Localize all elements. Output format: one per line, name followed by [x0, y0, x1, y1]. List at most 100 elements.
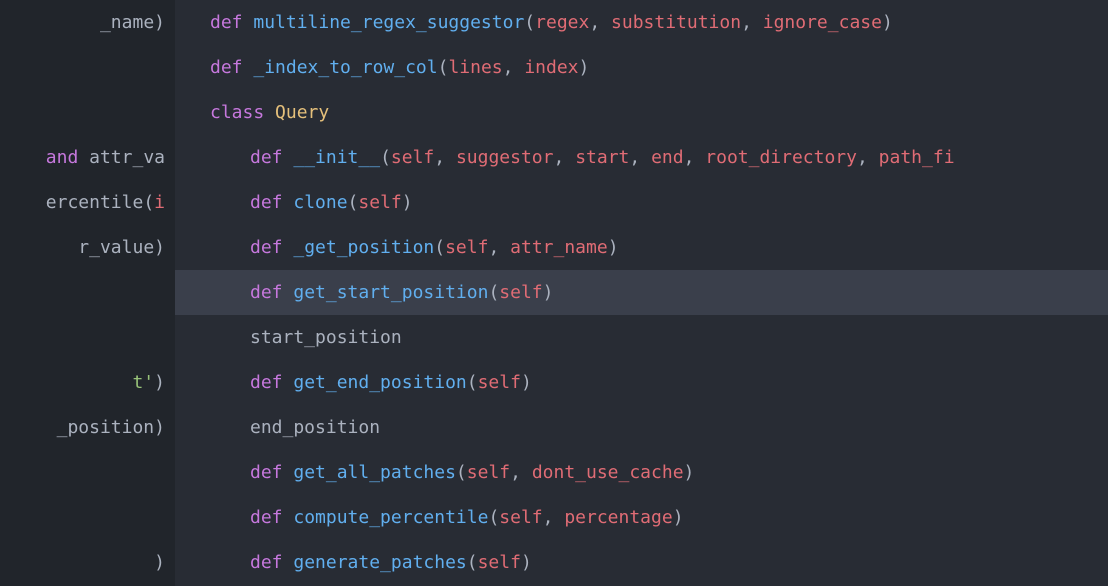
- outline-item-method-selected[interactable]: def get_start_position(self): [175, 270, 1108, 315]
- paren-close: ): [608, 237, 619, 258]
- paren: ): [154, 552, 165, 573]
- paren-open: (: [348, 192, 359, 213]
- param-self: self: [478, 552, 521, 573]
- outline-item-function[interactable]: def multiline_regex_suggestor(regex, sub…: [175, 0, 1108, 45]
- paren-open: (: [438, 57, 449, 78]
- comma: ,: [543, 507, 565, 528]
- outline-item-attribute[interactable]: start_position: [175, 315, 1108, 360]
- param-self: self: [499, 507, 542, 528]
- paren-open: (: [488, 507, 499, 528]
- comma: ,: [503, 57, 525, 78]
- keyword-def: def: [250, 147, 283, 168]
- left-line: ): [0, 540, 175, 585]
- param: dont_use_cache: [532, 462, 684, 483]
- param: start: [575, 147, 629, 168]
- outline-item-method[interactable]: def __init__(self, suggestor, start, end…: [175, 135, 1108, 180]
- paren-open: (: [488, 282, 499, 303]
- param: root_directory: [705, 147, 857, 168]
- function-name: get_all_patches: [293, 462, 456, 483]
- attribute-name: end_position: [250, 417, 380, 438]
- param: percentage: [564, 507, 672, 528]
- left-line: t'): [0, 360, 175, 405]
- paren: ): [154, 12, 165, 33]
- left-line-empty: [0, 270, 175, 315]
- comma: ,: [434, 147, 456, 168]
- code-outline-panel[interactable]: def multiline_regex_suggestor(regex, sub…: [175, 0, 1108, 586]
- paren-close: ): [543, 282, 554, 303]
- param: regex: [535, 12, 589, 33]
- comma: ,: [510, 462, 532, 483]
- outline-item-method[interactable]: def clone(self): [175, 180, 1108, 225]
- param-self: self: [499, 282, 542, 303]
- left-line-empty: [0, 90, 175, 135]
- paren: ): [154, 372, 165, 393]
- keyword-def: def: [250, 552, 283, 573]
- param: end: [651, 147, 684, 168]
- left-line-empty: [0, 315, 175, 360]
- left-line-empty: [0, 495, 175, 540]
- param-self: self: [467, 462, 510, 483]
- outline-item-method[interactable]: def get_all_patches(self, dont_use_cache…: [175, 450, 1108, 495]
- code-fragment: ercentile: [46, 192, 144, 213]
- paren: (: [143, 192, 154, 213]
- class-name: Query: [275, 102, 329, 123]
- code-fragment: attr_va: [78, 147, 165, 168]
- keyword-def: def: [250, 507, 283, 528]
- param: suggestor: [456, 147, 554, 168]
- left-code-panel: _name) and attr_va ercentile(i r_value) …: [0, 0, 175, 586]
- paren-open: (: [467, 552, 478, 573]
- keyword-def: def: [210, 57, 243, 78]
- comma: ,: [488, 237, 510, 258]
- paren-close: ): [402, 192, 413, 213]
- outline-item-attribute[interactable]: end_position: [175, 405, 1108, 450]
- paren-open: (: [380, 147, 391, 168]
- keyword-def: def: [250, 192, 283, 213]
- keyword-def: def: [210, 12, 243, 33]
- left-line-empty: [0, 45, 175, 90]
- paren: ): [154, 417, 165, 438]
- keyword-def: def: [250, 282, 283, 303]
- paren-close: ): [673, 507, 684, 528]
- string-fragment: t': [132, 372, 154, 393]
- param: path_fi: [879, 147, 955, 168]
- outline-item-method[interactable]: def compute_percentile(self, percentage): [175, 495, 1108, 540]
- function-name: get_start_position: [293, 282, 488, 303]
- code-fragment: _position: [57, 417, 155, 438]
- function-name: _index_to_row_col: [253, 57, 437, 78]
- paren-open: (: [467, 372, 478, 393]
- keyword-def: def: [250, 237, 283, 258]
- outline-item-method[interactable]: def get_end_position(self): [175, 360, 1108, 405]
- comma: ,: [857, 147, 879, 168]
- comma: ,: [589, 12, 611, 33]
- comma: ,: [741, 12, 763, 33]
- left-line: _position): [0, 405, 175, 450]
- paren-close: ): [579, 57, 590, 78]
- left-line-empty: [0, 450, 175, 495]
- function-name: __init__: [293, 147, 380, 168]
- left-line: r_value): [0, 225, 175, 270]
- param-self: self: [391, 147, 434, 168]
- keyword-def: def: [250, 462, 283, 483]
- function-name: get_end_position: [293, 372, 466, 393]
- param-self: self: [445, 237, 488, 258]
- outline-item-function[interactable]: def _index_to_row_col(lines, index): [175, 45, 1108, 90]
- paren-close: ): [882, 12, 893, 33]
- param: substitution: [611, 12, 741, 33]
- code-fragment: r_value: [78, 237, 154, 258]
- outline-item-method[interactable]: def generate_patches(self): [175, 540, 1108, 585]
- function-name: multiline_regex_suggestor: [253, 12, 524, 33]
- param: lines: [448, 57, 502, 78]
- paren: ): [154, 237, 165, 258]
- comma: ,: [684, 147, 706, 168]
- paren-open: (: [524, 12, 535, 33]
- keyword-def: def: [250, 372, 283, 393]
- outline-item-class[interactable]: class Query: [175, 90, 1108, 135]
- left-line: and attr_va: [0, 135, 175, 180]
- left-line: _name): [0, 0, 175, 45]
- function-name: clone: [293, 192, 347, 213]
- paren-open: (: [456, 462, 467, 483]
- function-name: generate_patches: [293, 552, 466, 573]
- paren-close: ): [684, 462, 695, 483]
- outline-item-method[interactable]: def _get_position(self, attr_name): [175, 225, 1108, 270]
- paren-open: (: [434, 237, 445, 258]
